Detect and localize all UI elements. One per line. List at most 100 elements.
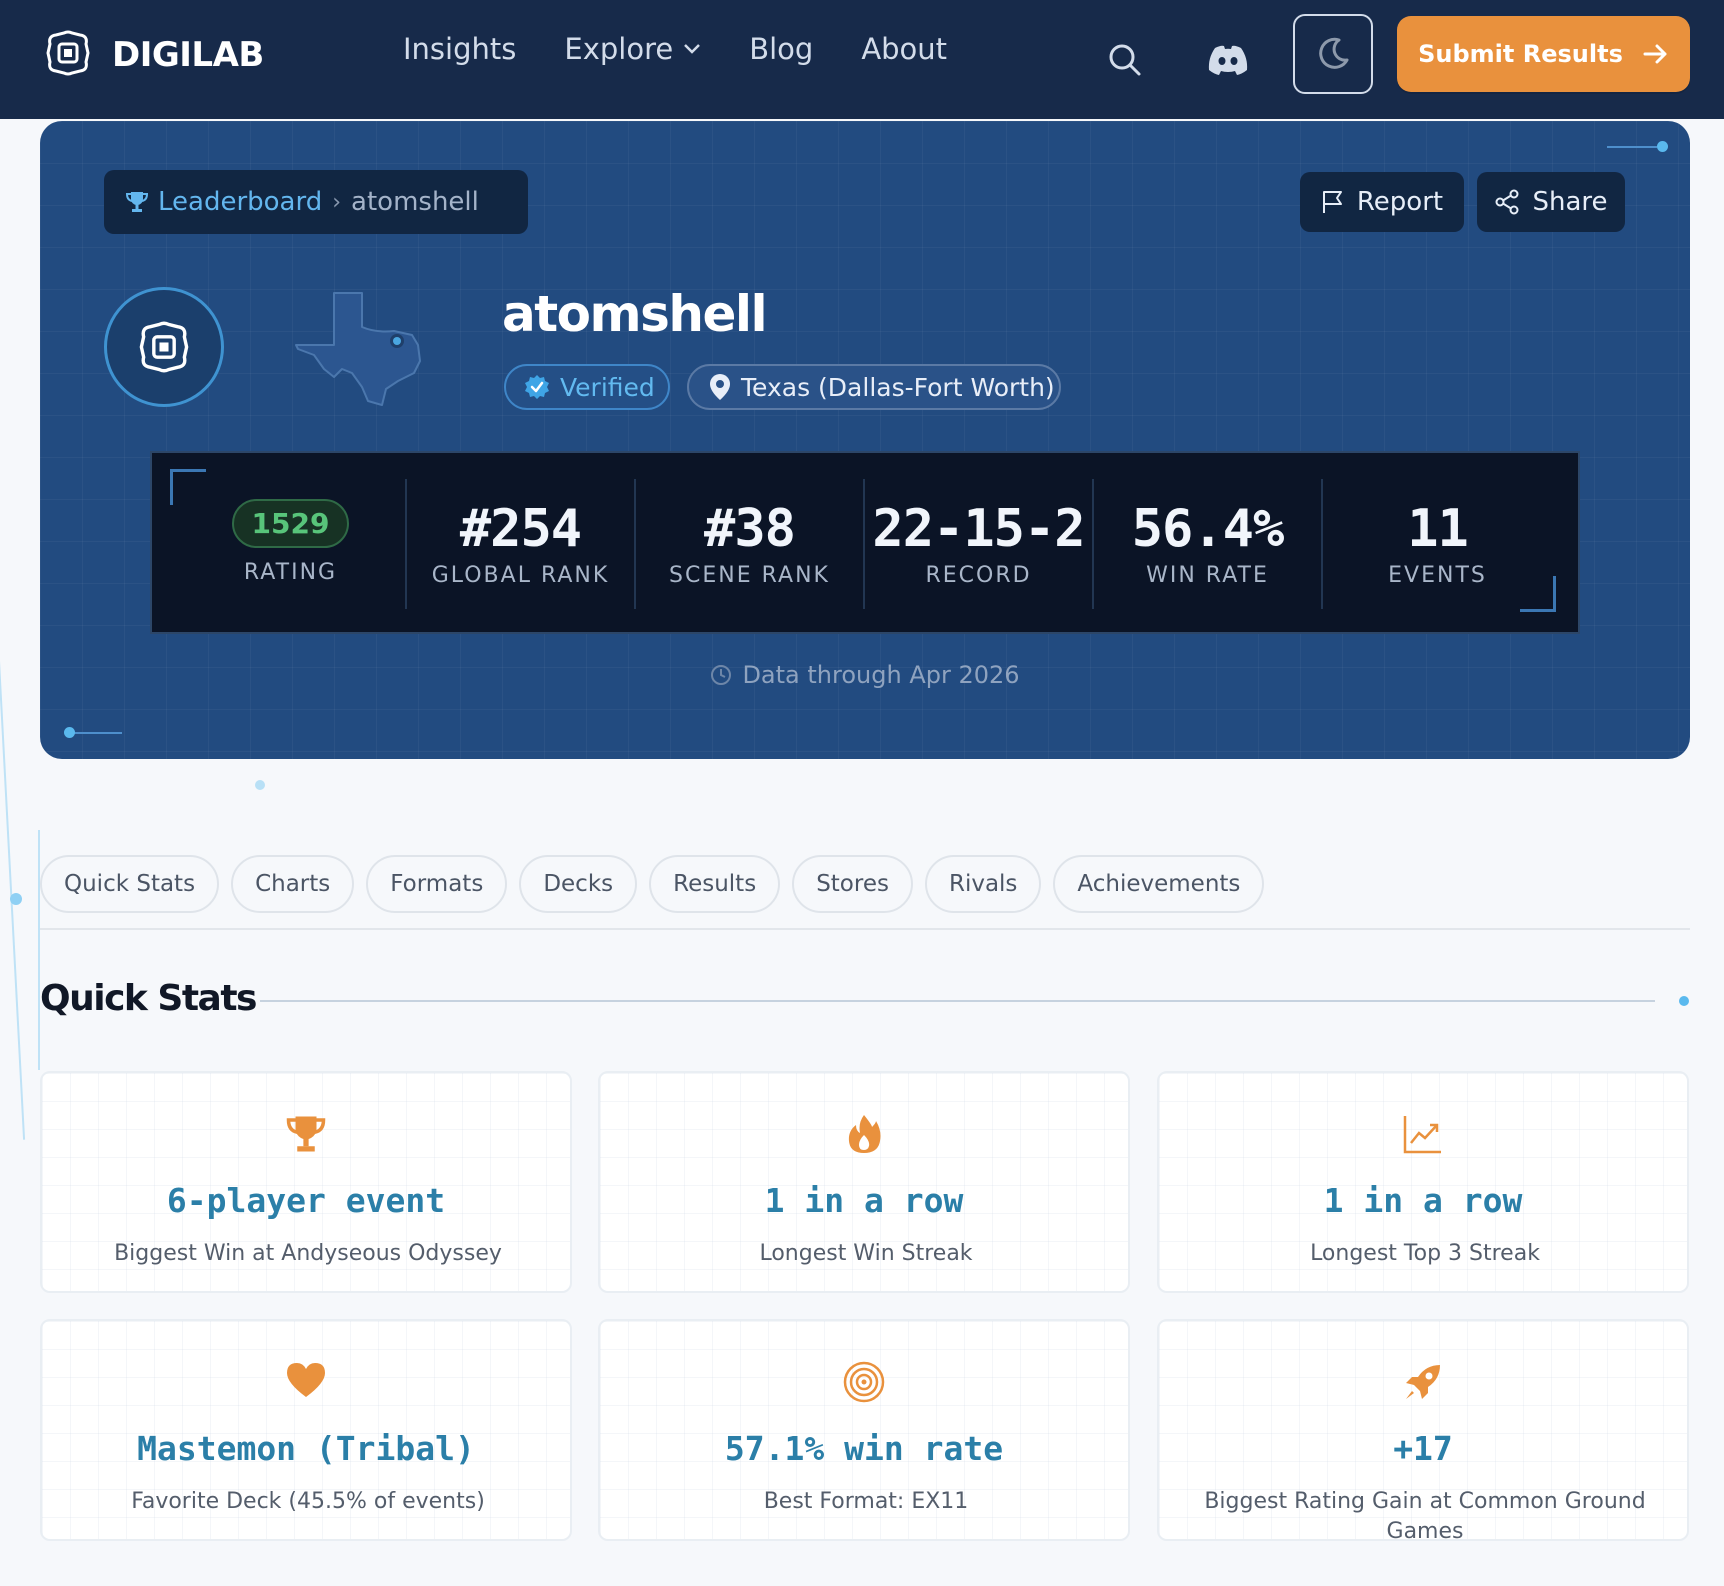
tab-achievements[interactable]: Achievements (1053, 855, 1265, 913)
theme-toggle-button[interactable] (1293, 14, 1373, 94)
section-title: Quick Stats (40, 978, 257, 1019)
decor-dot (1657, 141, 1668, 152)
digilab-logo-icon (44, 30, 92, 80)
scene-rank-label: SCENE RANK (669, 563, 830, 588)
profile-tabs: Quick Stats Charts Formats Decks Results… (40, 855, 1265, 913)
decor-dot (64, 727, 75, 738)
data-through-note: Data through Apr 2026 (40, 661, 1690, 689)
breadcrumb-leaderboard-link[interactable]: Leaderboard (158, 187, 322, 217)
tab-stores[interactable]: Stores (792, 855, 913, 913)
digilab-logo-icon (139, 321, 189, 373)
search-icon (1109, 44, 1141, 76)
player-name: atomshell (502, 285, 768, 343)
stats-bar: 1529 RATING #254 GLOBAL RANK #38 SCENE R… (150, 451, 1580, 634)
target-icon (843, 1361, 885, 1403)
moon-icon (1319, 37, 1349, 69)
stat-rating: 1529 RATING (176, 481, 405, 611)
stat-record: 22-15-2 RECORD (864, 481, 1093, 611)
card-value: Mastemon (Tribal) (137, 1429, 475, 1468)
stat-card-biggest-win: 6-player event Biggest Win at Andyseous … (40, 1071, 572, 1293)
stat-card-favorite-deck: Mastemon (Tribal) Favorite Deck (45.5% o… (40, 1319, 572, 1541)
stat-global-rank: #254 GLOBAL RANK (406, 481, 635, 611)
decor-line (70, 732, 122, 734)
card-label: Favorite Deck (45.5% of events) (131, 1489, 485, 1514)
card-label: Biggest Rating Gain at Common Ground Gam… (1204, 1489, 1646, 1544)
card-value: 1 in a row (764, 1181, 964, 1220)
brand-name: DIGILAB (112, 35, 264, 75)
breadcrumb: Leaderboard › atomshell (104, 170, 528, 234)
flag-icon (1322, 191, 1342, 213)
rocket-icon (1406, 1365, 1440, 1399)
discord-button[interactable] (1198, 30, 1258, 90)
breadcrumb-separator-icon: › (332, 189, 342, 215)
scene-rank-value: #38 (704, 499, 796, 559)
report-label: Report (1356, 187, 1444, 217)
card-value: 57.1% win rate (724, 1429, 1004, 1468)
share-label: Share (1532, 187, 1608, 217)
nav-link-explore-label: Explore (564, 32, 674, 66)
trend-chart-icon (1403, 1116, 1441, 1154)
share-icon (1495, 189, 1519, 215)
verified-check-icon (525, 375, 549, 399)
tab-charts[interactable]: Charts (231, 855, 355, 913)
section-title-rule (260, 1000, 1655, 1002)
discord-icon (1208, 45, 1248, 75)
report-button[interactable]: Report (1300, 172, 1464, 232)
global-rank-label: GLOBAL RANK (431, 563, 610, 588)
events-label: EVENTS (1388, 563, 1487, 588)
win-rate-label: WIN RATE (1146, 563, 1269, 588)
breadcrumb-current: atomshell (351, 187, 479, 217)
card-label: Biggest Win at Andyseous Odyssey (114, 1241, 502, 1266)
verified-badge: Verified (504, 364, 670, 410)
avatar (104, 287, 224, 407)
clock-icon (711, 665, 732, 685)
card-value: +17 (1393, 1429, 1453, 1468)
rating-value: 1529 (231, 499, 350, 548)
texas-map-icon (294, 289, 434, 413)
tab-formats[interactable]: Formats (366, 855, 508, 913)
verified-label: Verified (560, 372, 655, 402)
win-rate-value: 56.4% (1131, 499, 1285, 559)
tab-quick-stats[interactable]: Quick Stats (40, 855, 220, 913)
events-value: 11 (1407, 499, 1469, 559)
trophy-icon (286, 1116, 326, 1152)
heart-icon (287, 1363, 325, 1397)
search-button[interactable] (1095, 30, 1155, 90)
decor-dot (1679, 996, 1689, 1006)
decor-line (0, 640, 26, 1140)
decor-line (1607, 146, 1657, 148)
arrow-right-icon (1643, 44, 1667, 64)
location-badge[interactable]: Texas (Dallas-Fort Worth) (687, 364, 1061, 410)
rating-label: RATING (243, 560, 338, 585)
stat-card-win-streak: 1 in a row Longest Win Streak (598, 1071, 1130, 1293)
record-label: RECORD (925, 563, 1032, 588)
player-hero: Leaderboard › atomshell Report Share ato… (40, 121, 1690, 759)
location-label: Texas (Dallas-Fort Worth) (741, 372, 1055, 402)
stat-card-best-format: 57.1% win rate Best Format: EX11 (598, 1319, 1130, 1541)
card-label: Longest Win Streak (759, 1241, 973, 1266)
decor-dot (10, 893, 22, 905)
nav-link-about[interactable]: About (861, 32, 947, 66)
stat-card-top3-streak: 1 in a row Longest Top 3 Streak (1157, 1071, 1689, 1293)
stat-win-rate: 56.4% WIN RATE (1093, 481, 1322, 611)
tab-results[interactable]: Results (649, 855, 781, 913)
card-label: Longest Top 3 Streak (1310, 1241, 1540, 1266)
nav-link-explore[interactable]: Explore (564, 32, 701, 66)
tab-decks[interactable]: Decks (519, 855, 638, 913)
submit-results-label: Submit Results (1418, 40, 1623, 68)
brand-logo[interactable]: DIGILAB (44, 30, 264, 80)
nav-link-blog[interactable]: Blog (749, 32, 813, 66)
submit-results-button[interactable]: Submit Results (1397, 16, 1690, 92)
tab-rivals[interactable]: Rivals (924, 855, 1042, 913)
chevron-down-icon (684, 44, 701, 54)
stat-scene-rank: #38 SCENE RANK (635, 481, 864, 611)
nav-link-insights[interactable]: Insights (403, 32, 516, 66)
share-button[interactable]: Share (1477, 172, 1625, 232)
card-label: Best Format: EX11 (763, 1489, 969, 1514)
decor-dot (255, 780, 265, 790)
flame-icon (848, 1115, 881, 1153)
map-pin-icon (710, 374, 730, 400)
trophy-icon (126, 192, 148, 212)
card-value: 1 in a row (1323, 1181, 1523, 1220)
top-nav: DIGILAB Insights Explore Blog About Subm… (0, 0, 1724, 119)
